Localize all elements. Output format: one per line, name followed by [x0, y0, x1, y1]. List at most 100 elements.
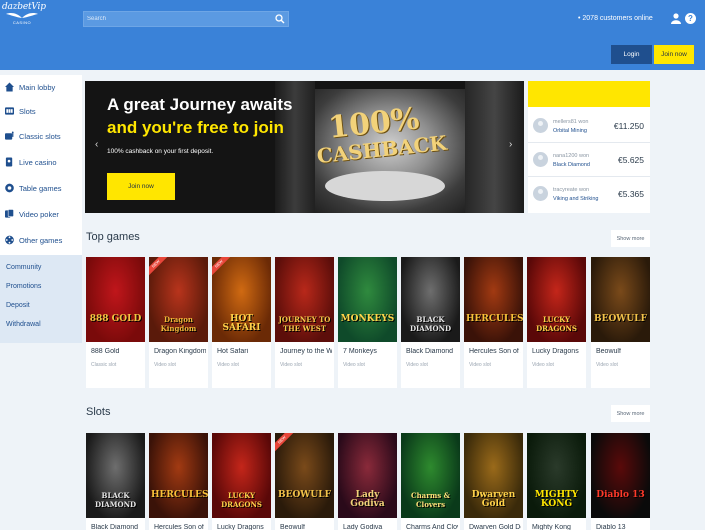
game-thumbnail[interactable]: BEOWULF [591, 257, 650, 342]
game-thumbnail[interactable]: MIGHTY KONG [527, 433, 586, 518]
winner-row[interactable]: mellers81 won Orbital Mining €11.250 [528, 109, 650, 143]
game-thumbnail[interactable]: JOURNEY TO THE WEST [275, 257, 334, 342]
game-thumbnail[interactable]: BEOWULF NEW [275, 433, 334, 518]
game-card[interactable]: HERCULES Hercules Son of Zeus Video slot [464, 257, 523, 388]
game-thumbnail[interactable]: Lady Godiva [338, 433, 397, 518]
login-button[interactable]: Login [611, 45, 652, 64]
sidebar-item-video-poker[interactable]: Video poker [0, 202, 82, 228]
game-card[interactable]: BLACK DIAMOND Black Diamond Video slot [401, 257, 460, 388]
game-thumbnail[interactable]: LUCKY DRAGONS [527, 257, 586, 342]
sidebar-item-table-games[interactable]: Table games [0, 176, 82, 202]
game-thumbnail[interactable]: Charms & Clovers [401, 433, 460, 518]
game-card[interactable]: LUCKY DRAGONS Lucky Dragons [212, 433, 271, 530]
logo[interactable]: dazbetVip CASINO [2, 2, 46, 36]
game-card[interactable]: HERCULES Hercules Son of Zeus [149, 433, 208, 530]
game-thumbnail[interactable]: BLACK DIAMOND [86, 433, 145, 518]
game-art-title: HERCULES [151, 490, 208, 500]
slots-icon [5, 107, 14, 115]
banner-next-icon[interactable]: › [509, 139, 512, 150]
top-games-show-more-button[interactable]: Show more [611, 230, 650, 247]
game-thumbnail[interactable]: Dragon Kingdom NEW [149, 257, 208, 342]
game-thumbnail[interactable]: HERCULES [464, 257, 523, 342]
sidebar-item-other-games[interactable]: Other games [0, 228, 82, 254]
sidebar-link-community[interactable]: Community [6, 264, 41, 271]
game-thumbnail[interactable]: LUCKY DRAGONS [212, 433, 271, 518]
game-art-title: 888 GOLD [89, 314, 142, 324]
table-games-icon [5, 183, 14, 193]
game-name[interactable]: 7 Monkeys [343, 348, 395, 355]
game-name[interactable]: Lady Godiva [343, 524, 395, 530]
game-card[interactable]: BEOWULF NEW Beowulf [275, 433, 334, 530]
join-now-button[interactable]: Join now [654, 45, 694, 64]
banner-headline: A great Journey awaits [107, 95, 293, 114]
game-card[interactable]: Lady Godiva Lady Godiva [338, 433, 397, 530]
game-card[interactable]: Dwarven Gold Dwarven Gold Deluxe [464, 433, 523, 530]
search-icon[interactable] [275, 14, 285, 24]
game-card[interactable]: BLACK DIAMOND Black Diamond [86, 433, 145, 530]
sidebar-link-promotions[interactable]: Promotions [6, 283, 41, 290]
game-card[interactable]: 888 GOLD 888 Gold Classic slot [86, 257, 145, 388]
search-box[interactable] [83, 11, 289, 27]
game-name[interactable]: Beowulf [280, 524, 332, 530]
game-name[interactable]: Dwarven Gold Deluxe [469, 524, 521, 530]
game-card[interactable]: HOT SAFARI NEW Hot Safari Video slot [212, 257, 271, 388]
game-thumbnail[interactable]: BLACK DIAMOND [401, 257, 460, 342]
game-card[interactable]: LUCKY DRAGONS Lucky Dragons Video slot [527, 257, 586, 388]
game-name[interactable]: Hercules Son of Zeus [154, 524, 206, 530]
game-thumbnail[interactable]: MONKEYS [338, 257, 397, 342]
game-card[interactable]: MONKEYS 7 Monkeys Video slot [338, 257, 397, 388]
game-card[interactable]: BEOWULF Beowulf Video slot [591, 257, 650, 388]
game-art-title: BEOWULF [594, 314, 647, 324]
game-name[interactable]: Charms And Clovers [406, 524, 458, 530]
banner-prev-icon[interactable]: ‹ [95, 139, 98, 150]
game-thumbnail[interactable]: 888 GOLD [86, 257, 145, 342]
game-card[interactable]: JOURNEY TO THE WEST Journey to the West Vi… [275, 257, 334, 388]
search-input[interactable] [87, 13, 267, 25]
game-card[interactable]: Charms & Clovers Charms And Clovers [401, 433, 460, 530]
game-thumbnail[interactable]: HOT SAFARI NEW [212, 257, 271, 342]
game-art-title: HERCULES [466, 314, 523, 324]
help-icon[interactable]: ? [685, 13, 696, 24]
top-games-title: Top games [86, 231, 140, 243]
banner-table-art [325, 171, 445, 201]
game-name[interactable]: Dragon Kingdom [154, 348, 206, 355]
game-type: Video slot [406, 362, 428, 368]
sidebar-item-live-casino[interactable]: Live casino [0, 150, 82, 176]
game-name[interactable]: 888 Gold [91, 348, 143, 355]
sidebar-item-slots[interactable]: Slots [0, 99, 82, 125]
sidebar-link-withdrawal[interactable]: Withdrawal [6, 321, 41, 328]
game-name[interactable]: Black Diamond [91, 524, 143, 530]
banner-join-button[interactable]: Join now [107, 173, 175, 200]
game-name[interactable]: Lucky Dragons [217, 524, 269, 530]
game-name[interactable]: Hot Safari [217, 348, 269, 355]
sidebar-item-main-lobby[interactable]: Main lobby [0, 75, 82, 101]
game-thumbnail[interactable]: HERCULES [149, 433, 208, 518]
game-name[interactable]: Lucky Dragons [532, 348, 584, 355]
game-art [338, 257, 397, 342]
game-thumbnail[interactable]: Diablo 13 [591, 433, 650, 518]
game-card[interactable]: Dragon Kingdom NEW Dragon Kingdom Video slo… [149, 257, 208, 388]
promo-banner[interactable]: 100% CASHBACK A great Journey awaits and… [85, 81, 524, 213]
game-art-title: Dragon Kingdom [160, 315, 197, 333]
game-card[interactable]: MIGHTY KONG Mighty Kong [527, 433, 586, 530]
slots-show-more-button[interactable]: Show more [611, 405, 650, 422]
game-name[interactable]: Beowulf [596, 348, 648, 355]
game-type: Video slot [532, 362, 554, 368]
game-card[interactable]: Diablo 13 Diablo 13 [591, 433, 650, 530]
game-name[interactable]: Mighty Kong [532, 524, 584, 530]
user-icon[interactable] [671, 13, 681, 24]
game-name[interactable]: Journey to the West [280, 348, 332, 355]
sidebar-link-deposit[interactable]: Deposit [6, 302, 30, 309]
winner-row[interactable]: nana1200 won Black Diamond €5.625 [528, 143, 650, 177]
game-art-title: BLACK DIAMOND [409, 315, 452, 333]
game-name[interactable]: Diablo 13 [596, 524, 648, 530]
game-name[interactable]: Black Diamond [406, 348, 458, 355]
winner-row[interactable]: tracyreate won Viking and Striking €5.36… [528, 177, 650, 211]
customers-online-text: • 2078 customers online [578, 15, 653, 22]
game-type: Classic slot [91, 362, 117, 368]
game-art [149, 433, 208, 518]
game-thumbnail[interactable]: Dwarven Gold [464, 433, 523, 518]
sub-bar [0, 38, 705, 70]
sidebar-item-classic-slots[interactable]: Classic slots [0, 124, 82, 150]
game-name[interactable]: Hercules Son of Zeus [469, 348, 521, 355]
